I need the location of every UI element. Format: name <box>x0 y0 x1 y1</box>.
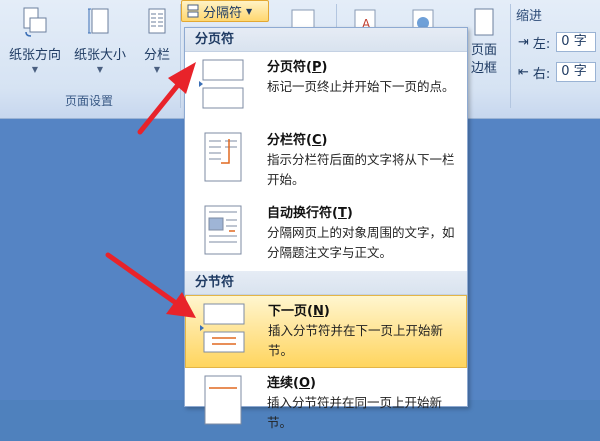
annotation-arrows <box>105 62 196 318</box>
red-arrow-icon <box>137 62 196 135</box>
red-arrow-icon <box>105 252 196 318</box>
